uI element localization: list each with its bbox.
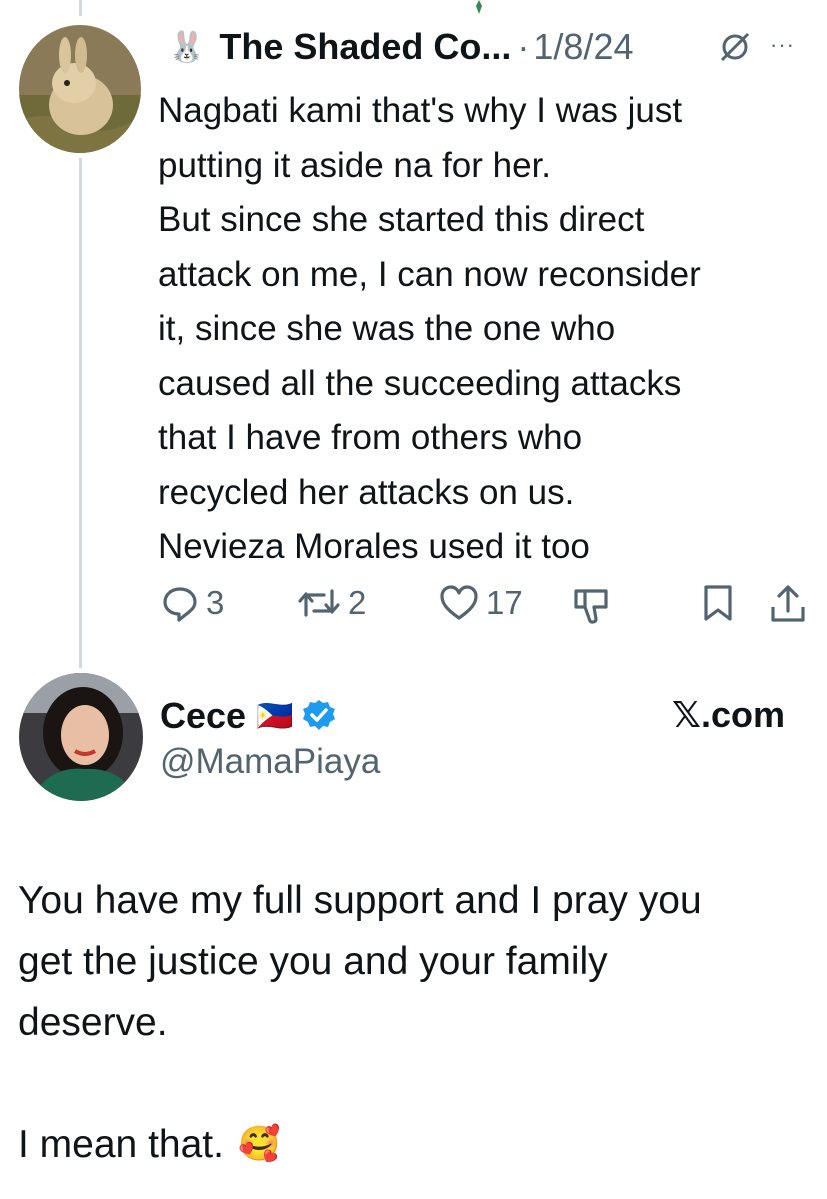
reply-count: 3 bbox=[206, 584, 225, 621]
thumbs-down-icon bbox=[574, 589, 608, 624]
tweet-line: that I have from others who bbox=[158, 418, 583, 457]
verified-badge-icon bbox=[301, 698, 337, 734]
source-label: 𝕏.com bbox=[672, 694, 786, 735]
tweet-body: Nagbati kami that's why I was just putti… bbox=[158, 84, 818, 575]
reply-line: get the justice you and your family bbox=[18, 940, 608, 983]
bookmark-button[interactable] bbox=[700, 583, 736, 623]
downvote-button[interactable] bbox=[572, 583, 616, 627]
tweet-line: caused all the succeeding attacks bbox=[158, 363, 682, 403]
smiling-hearts-emoji-icon: 🥰 bbox=[237, 1125, 281, 1163]
tweet-line: Nevieza Morales used it too bbox=[158, 527, 590, 566]
share-icon bbox=[771, 585, 805, 622]
rabbit-emoji-icon: 🐰 bbox=[168, 30, 206, 64]
tweet-line: putting it aside na for her. bbox=[158, 145, 552, 185]
reply-header: Cece 🇵🇭 bbox=[160, 690, 337, 742]
tweet-date[interactable]: 1/8/24 bbox=[533, 26, 633, 68]
reply-line bbox=[18, 1053, 818, 1114]
tweet-actions: 3 2 17 bbox=[160, 583, 820, 633]
tweet-header: 🐰 The Shaded Co... · 1/8/24 bbox=[168, 22, 633, 72]
like-count: 17 bbox=[486, 584, 523, 621]
thread-connector-middle bbox=[79, 158, 82, 668]
tweet-line: But since she started this direct bbox=[158, 200, 645, 239]
reply-button[interactable]: 3 bbox=[160, 583, 224, 623]
retweet-button[interactable]: 2 bbox=[296, 583, 366, 623]
reply-body: You have my full support and I pray you … bbox=[18, 870, 818, 1175]
tweet-line: it, since she was the one who bbox=[158, 309, 616, 348]
tweet-line: attack on me, I can now reconsider bbox=[158, 254, 701, 294]
retweet-count: 2 bbox=[348, 584, 367, 621]
heart-icon bbox=[440, 585, 478, 620]
reply-line: deserve. bbox=[18, 1001, 168, 1044]
cece-avatar[interactable] bbox=[19, 673, 143, 801]
separator-dot: · bbox=[517, 26, 530, 67]
grok-icon[interactable] bbox=[718, 30, 752, 64]
tweet-line: Nagbati kami that's why I was just bbox=[158, 91, 683, 130]
decorative-mark bbox=[474, 0, 484, 16]
philippines-flag-icon: 🇵🇭 bbox=[256, 699, 294, 733]
reply-line: I mean that. bbox=[18, 1123, 224, 1166]
like-button[interactable]: 17 bbox=[438, 583, 523, 623]
retweet-icon bbox=[298, 589, 340, 617]
author-name[interactable]: The Shaded Co... bbox=[219, 26, 511, 68]
bookmark-icon bbox=[704, 585, 732, 621]
reply-icon bbox=[163, 587, 197, 622]
more-options-icon[interactable]: ··· bbox=[770, 32, 795, 58]
reply-handle[interactable]: @MamaPiaya bbox=[160, 742, 380, 782]
thread-connector-top bbox=[79, 0, 82, 16]
share-button[interactable] bbox=[768, 583, 808, 625]
tweet-line: recycled her attacks on us. bbox=[158, 472, 575, 512]
bunny-avatar[interactable] bbox=[19, 25, 141, 153]
reply-line-last: I mean that. 🥰 bbox=[18, 1114, 818, 1175]
reply-author-name[interactable]: Cece bbox=[160, 695, 246, 737]
reply-line: You have my full support and I pray you bbox=[18, 879, 702, 922]
